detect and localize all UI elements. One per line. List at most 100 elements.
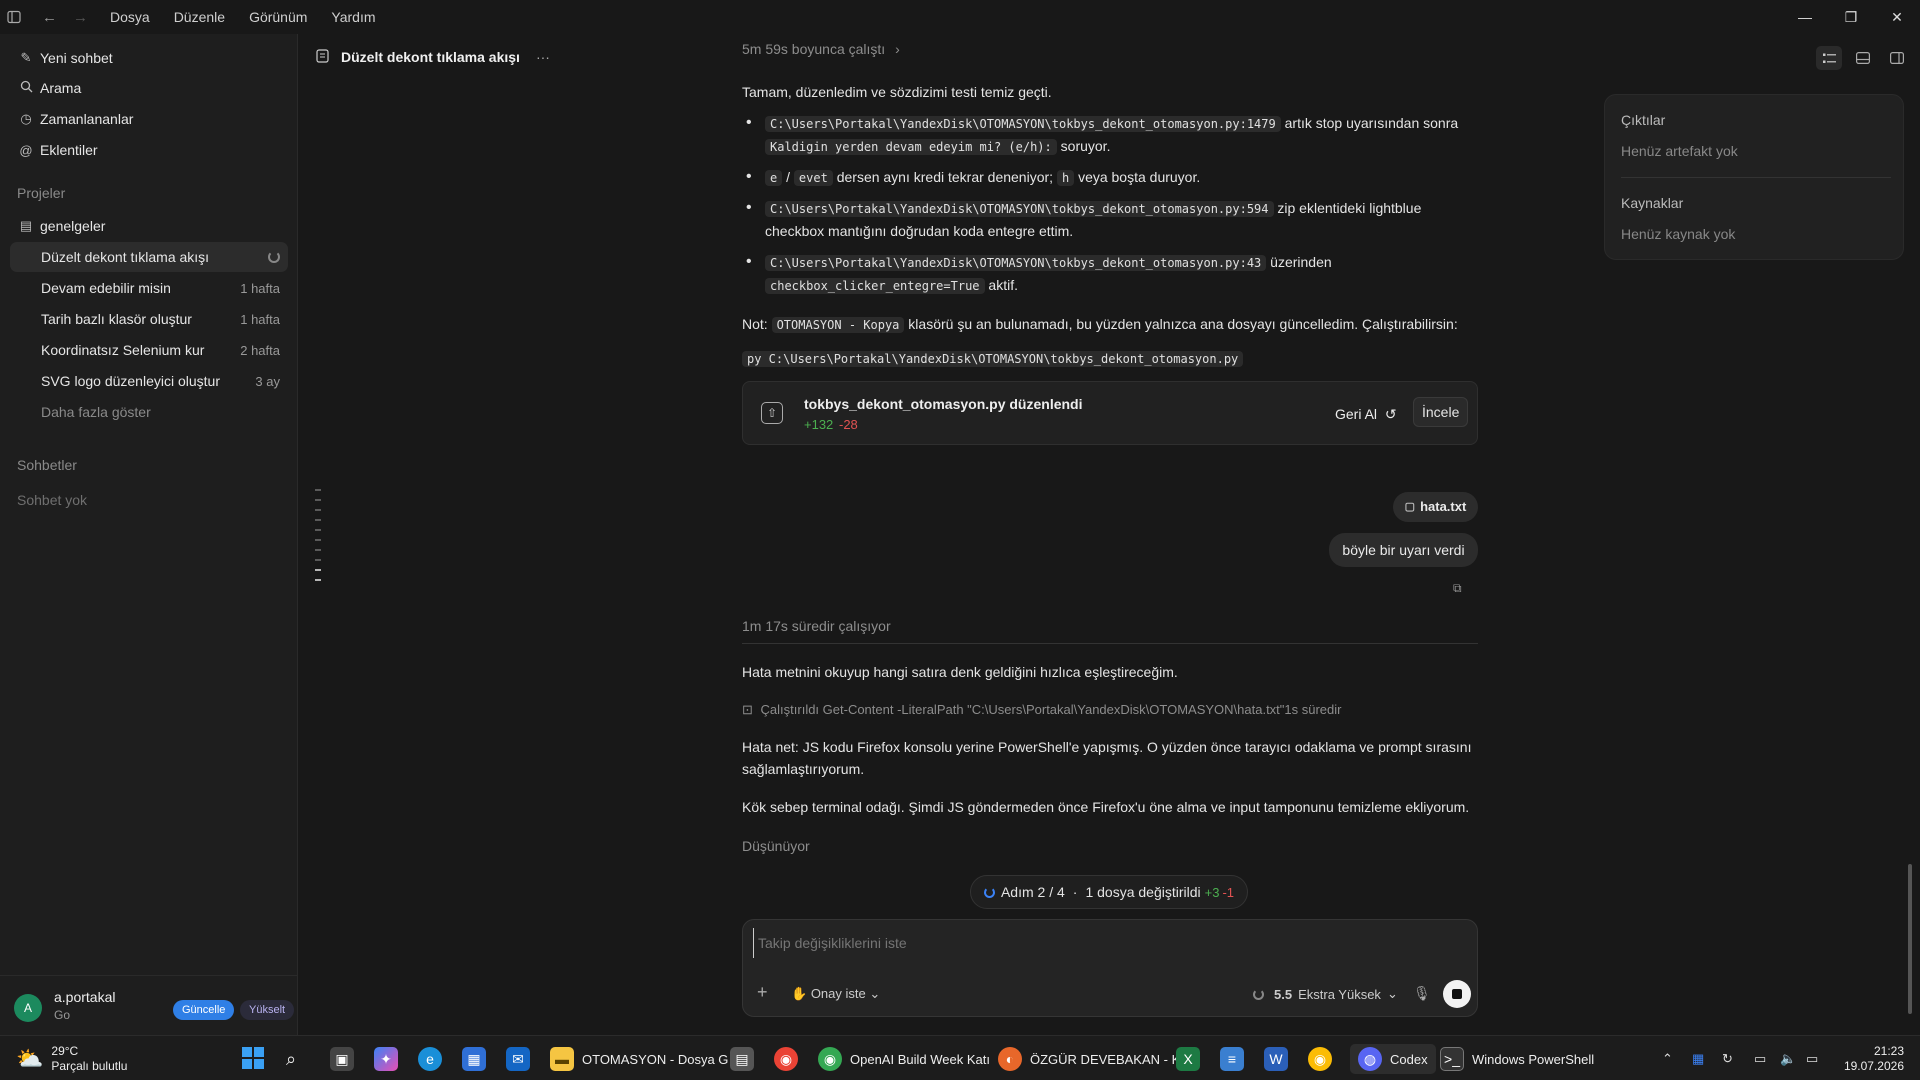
plugins-button[interactable]: @ Eklentiler bbox=[10, 135, 288, 165]
menu-help[interactable]: Yardım bbox=[331, 9, 375, 25]
more-options-button[interactable]: ··· bbox=[536, 49, 550, 65]
show-more-link[interactable]: Daha fazla göster bbox=[10, 397, 288, 427]
weather-temp: 29°C bbox=[51, 1044, 79, 1058]
taskbar-app-firefox[interactable]: ◐ ÖZGÜR DEVEBAKAN - K bbox=[998, 1044, 1180, 1074]
taskbar-app-powershell[interactable]: >_ Windows PowerShell bbox=[1440, 1044, 1594, 1074]
file-link[interactable]: C:\Users\Portakal\YandexDisk\OTOMASYON\t… bbox=[765, 116, 1281, 132]
taskbar-app-explorer[interactable]: ▬ OTOMASYON - Dosya G bbox=[550, 1044, 728, 1074]
chevron-down-icon: ⌄ bbox=[869, 986, 881, 1001]
chevron-up-icon[interactable]: ⌃ bbox=[1662, 1044, 1673, 1074]
worked-for-toggle[interactable]: 5m 59s boyunca çalıştı › bbox=[742, 38, 900, 60]
file-link[interactable]: C:\Users\Portakal\YandexDisk\OTOMASYON\t… bbox=[765, 201, 1274, 217]
tasks-panel-icon[interactable] bbox=[1816, 46, 1842, 70]
upgrade-button[interactable]: Yükselt bbox=[240, 1000, 295, 1020]
approval-dropdown[interactable]: ✋ Onay iste ⌄ bbox=[791, 986, 880, 1002]
message-input[interactable] bbox=[753, 928, 1453, 958]
clock[interactable]: 21:23 19.07.2026 bbox=[1842, 1044, 1904, 1074]
user-profile[interactable]: A a.portakal Go Güncelle Yükselt bbox=[0, 975, 298, 1035]
step-counter: Adım 2 / 4 bbox=[1000, 884, 1065, 900]
working-status: 1m 17s süredir çalışıyor bbox=[742, 618, 891, 634]
note-text: klasörü şu an bulunamadı, bu yüzden yaln… bbox=[908, 316, 1458, 332]
menu-file[interactable]: Dosya bbox=[110, 9, 150, 25]
add-attachment-icon[interactable]: + bbox=[757, 982, 768, 1003]
stop-button[interactable] bbox=[1443, 980, 1471, 1008]
attachment-chip[interactable]: ▢ hata.txt bbox=[1393, 492, 1478, 522]
scheduled-button[interactable]: ◷ Zamanlananlar bbox=[10, 104, 288, 134]
app-tray-icon[interactable]: ▦ bbox=[1692, 1044, 1704, 1074]
word-icon[interactable]: W bbox=[1264, 1044, 1288, 1074]
menu-edit[interactable]: Düzenle bbox=[174, 9, 225, 25]
forward-arrow-icon[interactable]: → bbox=[73, 9, 88, 26]
taskbar: ⛅ 29°C Parçalı bulutlu ⌕ ▣ ✦ e ▦ ✉ ▬ OTO… bbox=[0, 1035, 1920, 1080]
sources-heading: Kaynaklar bbox=[1621, 195, 1684, 211]
store-icon[interactable]: ▦ bbox=[462, 1044, 486, 1074]
review-button[interactable]: İncele bbox=[1413, 397, 1469, 427]
close-button[interactable]: ✕ bbox=[1874, 0, 1920, 34]
terminal-panel-icon[interactable] bbox=[1850, 46, 1876, 70]
weather-widget[interactable]: ⛅ 29°C Parçalı bulutlu bbox=[16, 1044, 127, 1074]
assistant-intro: Tamam, düzenledim ve sözdizimi testi tem… bbox=[742, 84, 1052, 100]
excel-icon[interactable]: X bbox=[1176, 1044, 1200, 1074]
note-label: Not: bbox=[742, 316, 768, 332]
command-run-row[interactable]: ⊡ Çalıştırıldı Get-Content -LiteralPath … bbox=[742, 699, 1478, 721]
stop-icon bbox=[1452, 989, 1462, 999]
edit-icon: ✎ bbox=[20, 50, 32, 65]
taskbar-app-chrome[interactable]: ◉ OpenAI Build Week Katı bbox=[818, 1044, 990, 1074]
menu-view[interactable]: Görünüm bbox=[249, 9, 307, 25]
notepad-icon[interactable]: ≡ bbox=[1220, 1044, 1244, 1074]
outlook-icon[interactable]: ✉ bbox=[506, 1044, 530, 1074]
user-message: böyle bir uyarı verdi bbox=[1329, 533, 1478, 567]
page-title: Düzelt dekont tıklama akışı bbox=[341, 49, 520, 65]
copilot-icon[interactable]: ✦ bbox=[374, 1044, 398, 1074]
minimize-button[interactable]: — bbox=[1782, 0, 1828, 34]
microphone-icon[interactable]: 🎙 bbox=[1413, 985, 1431, 1002]
chrome-icon[interactable]: ◉ bbox=[1308, 1044, 1332, 1074]
scroll-minimap[interactable] bbox=[315, 488, 323, 582]
sync-icon[interactable]: ↻ bbox=[1722, 1044, 1733, 1074]
chrome-icon[interactable]: ◉ bbox=[774, 1044, 798, 1074]
thread-item[interactable]: Tarih bazlı klasör oluştur 1 hafta bbox=[10, 304, 288, 334]
lines-removed: -1 bbox=[1222, 884, 1235, 900]
progress-pill[interactable]: Adım 2 / 4 · 1 dosya değiştirildi +3 -1 bbox=[970, 875, 1248, 909]
undo-button[interactable]: Geri Al ↺ bbox=[1335, 403, 1397, 425]
thread-age: 3 ay bbox=[255, 373, 280, 389]
network-icon[interactable]: ▭ bbox=[1754, 1044, 1766, 1074]
taskbar-app-codex[interactable]: ◍ Codex bbox=[1350, 1044, 1436, 1074]
file-icon: ▢ bbox=[1404, 501, 1416, 513]
battery-icon[interactable]: ▭ bbox=[1806, 1044, 1818, 1074]
thread-item[interactable]: Koordinatsız Selenium kur 2 hafta bbox=[10, 335, 288, 365]
edge-icon[interactable]: e bbox=[418, 1044, 442, 1074]
text: checkbox mantığını doğrudan koda entegre… bbox=[765, 223, 1074, 239]
user-name: a.portakal bbox=[54, 989, 116, 1005]
search-button[interactable]: Arama bbox=[10, 73, 288, 103]
update-button[interactable]: Güncelle bbox=[173, 1000, 235, 1020]
effort-label: Ekstra Yüksek bbox=[1298, 986, 1381, 1002]
windows-logo-icon bbox=[242, 1046, 264, 1072]
sidebar-toggle-icon[interactable] bbox=[6, 9, 22, 25]
model-dropdown[interactable]: 5.5 Ekstra Yüksek ⌄ bbox=[1253, 986, 1398, 1002]
sidepanel-toggle-icon[interactable] bbox=[1884, 46, 1910, 70]
project-genelgeler[interactable]: ▤ genelgeler bbox=[10, 211, 288, 241]
task-view-icon[interactable]: ▣ bbox=[330, 1044, 354, 1074]
volume-icon[interactable]: 🔈 bbox=[1780, 1044, 1796, 1074]
new-chat-button[interactable]: ✎ Yeni sohbet bbox=[10, 43, 288, 73]
clock-time: 21:23 bbox=[1873, 1044, 1904, 1058]
thread-item[interactable]: SVG logo düzenleyici oluştur 3 ay bbox=[10, 366, 288, 396]
copy-icon[interactable]: ⧉ bbox=[1453, 577, 1462, 599]
plugins-label: Eklentiler bbox=[40, 142, 98, 158]
file-link[interactable]: C:\Users\Portakal\YandexDisk\OTOMASYON\t… bbox=[765, 255, 1267, 271]
search-icon[interactable]: ⌕ bbox=[286, 1044, 296, 1074]
restore-button[interactable]: ❐ bbox=[1828, 0, 1874, 34]
thread-item-active[interactable]: Düzelt dekont tıklama akışı bbox=[10, 242, 288, 272]
text: zip eklentideki lightblue bbox=[1277, 200, 1422, 216]
assistant-paragraph: Kök sebep terminal odağı. Şimdi JS gönde… bbox=[742, 799, 1470, 815]
back-arrow-icon[interactable]: ← bbox=[42, 9, 57, 26]
start-button[interactable] bbox=[242, 1044, 264, 1074]
inline-code: e bbox=[765, 170, 783, 186]
inline-code: evet bbox=[793, 170, 833, 186]
thread-item[interactable]: Devam edebilir misin 1 hafta bbox=[10, 273, 288, 303]
calculator-icon[interactable]: ▤ bbox=[730, 1044, 754, 1074]
terminal-icon: >_ bbox=[1440, 1047, 1464, 1071]
scrollbar-thumb[interactable] bbox=[1908, 864, 1912, 1014]
no-sources-text: Henüz kaynak yok bbox=[1621, 226, 1736, 242]
